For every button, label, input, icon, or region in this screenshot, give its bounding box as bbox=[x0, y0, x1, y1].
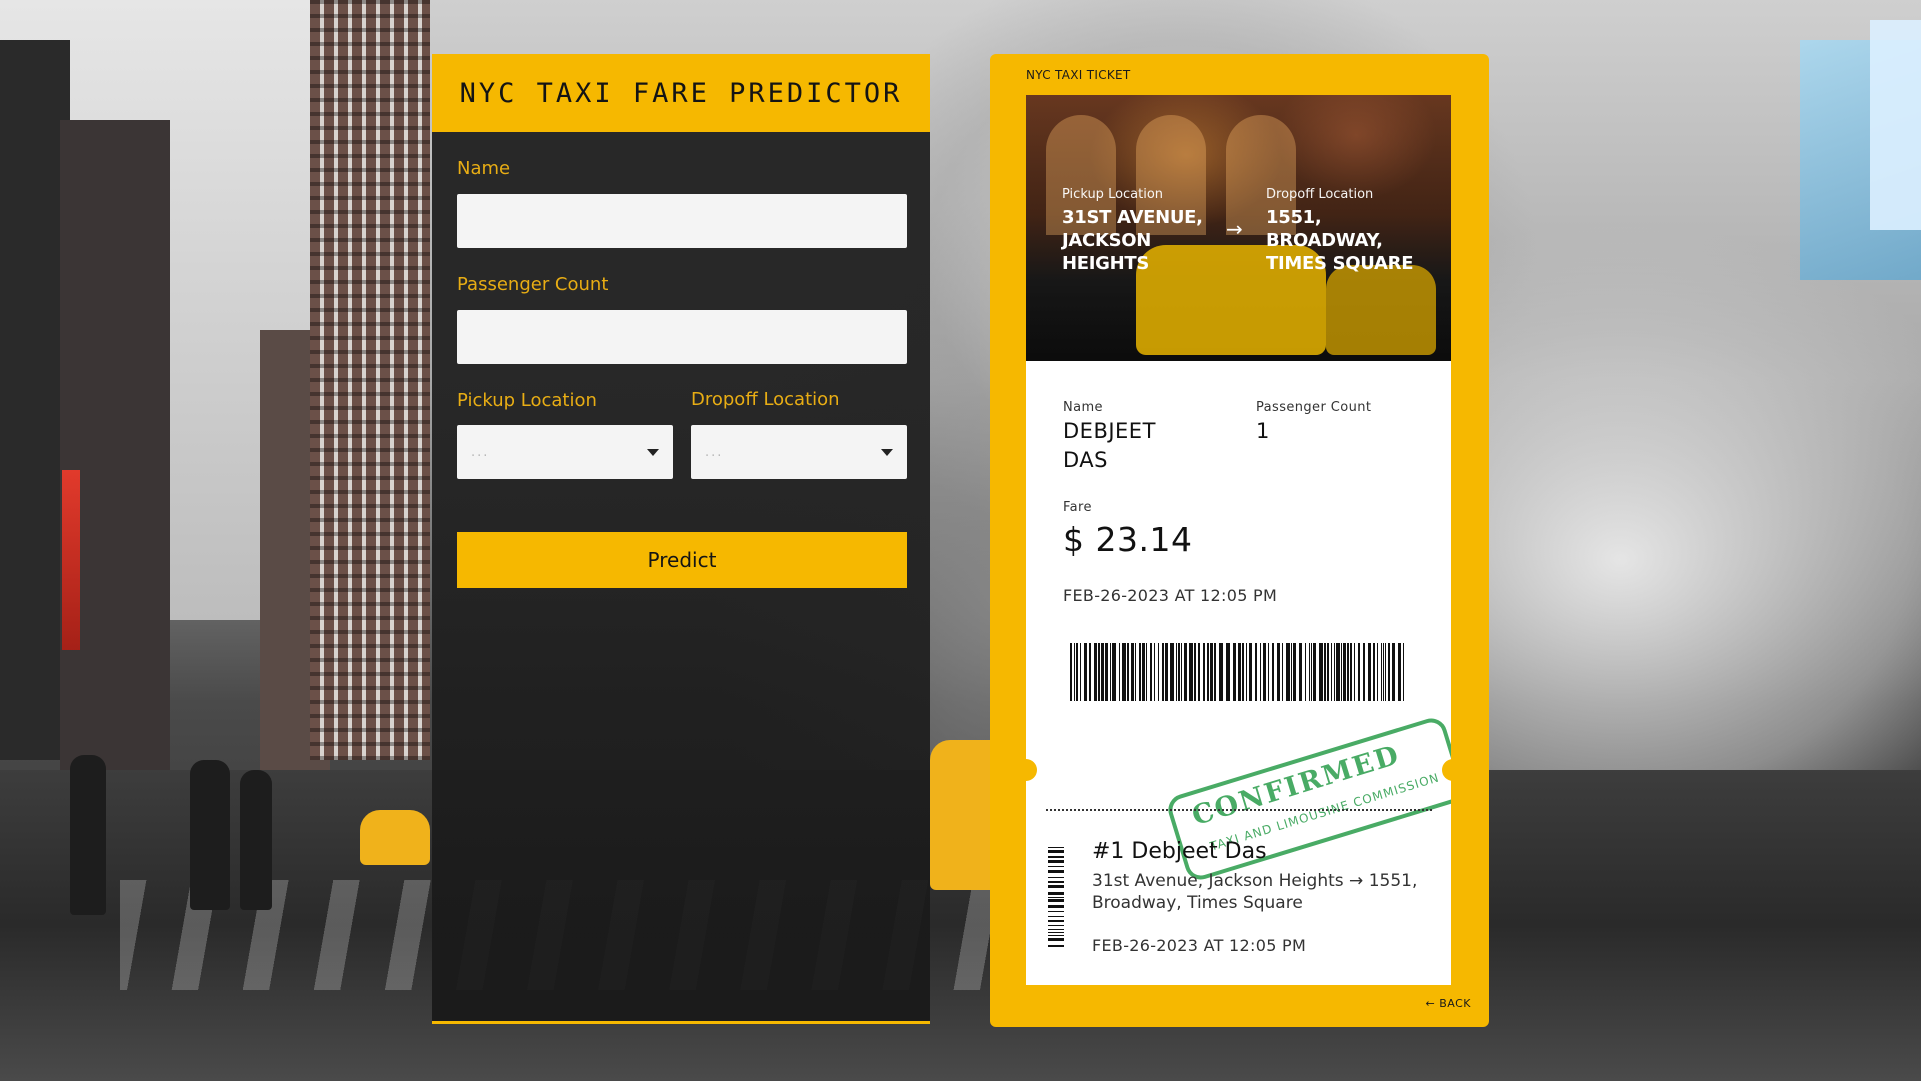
pickup-select-value: ... bbox=[471, 444, 490, 460]
ticket-datetime: FEB-26-2023 AT 12:05 PM bbox=[1063, 586, 1278, 605]
stub-barcode bbox=[1048, 847, 1064, 947]
background-neon-sign bbox=[62, 470, 80, 650]
passenger-count-input[interactable] bbox=[457, 310, 907, 364]
background-person bbox=[240, 770, 272, 910]
pickup-location-select[interactable]: ... bbox=[457, 425, 673, 479]
background-taxi bbox=[360, 810, 430, 865]
fare-label: Fare bbox=[1063, 500, 1092, 515]
background-scene bbox=[0, 0, 1921, 1081]
ticket-photo: Pickup Location 31ST AVENUE, JACKSON HEI… bbox=[1026, 95, 1451, 361]
ticket-passenger-label: Passenger Count bbox=[1256, 400, 1372, 415]
dropoff-label: Dropoff Location bbox=[1266, 187, 1374, 202]
pickup-value: 31ST AVENUE, JACKSON HEIGHTS bbox=[1062, 207, 1203, 274]
dropoff-value: 1551, BROADWAY, TIMES SQUARE bbox=[1266, 207, 1414, 274]
ticket-name-value: DEBJEET DAS bbox=[1063, 419, 1156, 472]
dropoff-location-label: Dropoff Location bbox=[691, 389, 840, 410]
dropoff-location-select[interactable]: ... bbox=[691, 425, 907, 479]
stub-title: #1 Debjeet Das bbox=[1092, 839, 1267, 864]
back-link[interactable]: ← BACK bbox=[1426, 997, 1472, 1010]
background-person bbox=[190, 760, 230, 910]
pickup-label: Pickup Location bbox=[1062, 187, 1164, 202]
background-billboard bbox=[1870, 20, 1921, 230]
background-skyscraper bbox=[310, 0, 430, 760]
background-person bbox=[70, 755, 106, 915]
ticket-card: Pickup Location 31ST AVENUE, JACKSON HEI… bbox=[1026, 95, 1451, 985]
ticket-notch-left bbox=[1015, 759, 1037, 781]
ticket-brand: NYC TAXI TICKET bbox=[1026, 68, 1131, 82]
perforation-line bbox=[1046, 809, 1432, 811]
name-input[interactable] bbox=[457, 194, 907, 248]
predict-button[interactable]: Predict bbox=[457, 532, 907, 588]
stub-datetime: FEB-26-2023 AT 12:05 PM bbox=[1092, 936, 1307, 955]
ticket-name-label: Name bbox=[1063, 400, 1103, 415]
chevron-down-icon bbox=[881, 448, 893, 456]
name-label: Name bbox=[457, 158, 511, 179]
background-building bbox=[60, 120, 170, 770]
page-title: NYC TAXI FARE PREDICTOR bbox=[459, 77, 903, 109]
dropoff-location-block: Dropoff Location 1551, BROADWAY, TIMES S… bbox=[1266, 187, 1436, 275]
pickup-location-block: Pickup Location 31ST AVENUE, JACKSON HEI… bbox=[1062, 187, 1212, 275]
photo-taxi bbox=[1326, 265, 1436, 355]
ticket-panel: NYC TAXI TICKET Pickup Location 31ST AVE… bbox=[990, 54, 1489, 1027]
pickup-location-label: Pickup Location bbox=[457, 390, 597, 411]
arrow-right-icon: → bbox=[1226, 217, 1243, 241]
chevron-down-icon bbox=[647, 448, 659, 456]
fare-form-panel: NYC TAXI FARE PREDICTOR Name Passenger C… bbox=[432, 54, 930, 1024]
barcode bbox=[1070, 643, 1404, 701]
dropoff-select-value: ... bbox=[705, 444, 724, 460]
form-header: NYC TAXI FARE PREDICTOR bbox=[432, 54, 930, 132]
ticket-notch-right bbox=[1442, 759, 1464, 781]
passenger-count-label: Passenger Count bbox=[457, 274, 609, 295]
fare-value: $ 23.14 bbox=[1063, 520, 1193, 559]
stub-route: 31st Avenue, Jackson Heights → 1551, Bro… bbox=[1092, 871, 1418, 913]
ticket-passenger-value: 1 bbox=[1256, 419, 1270, 443]
